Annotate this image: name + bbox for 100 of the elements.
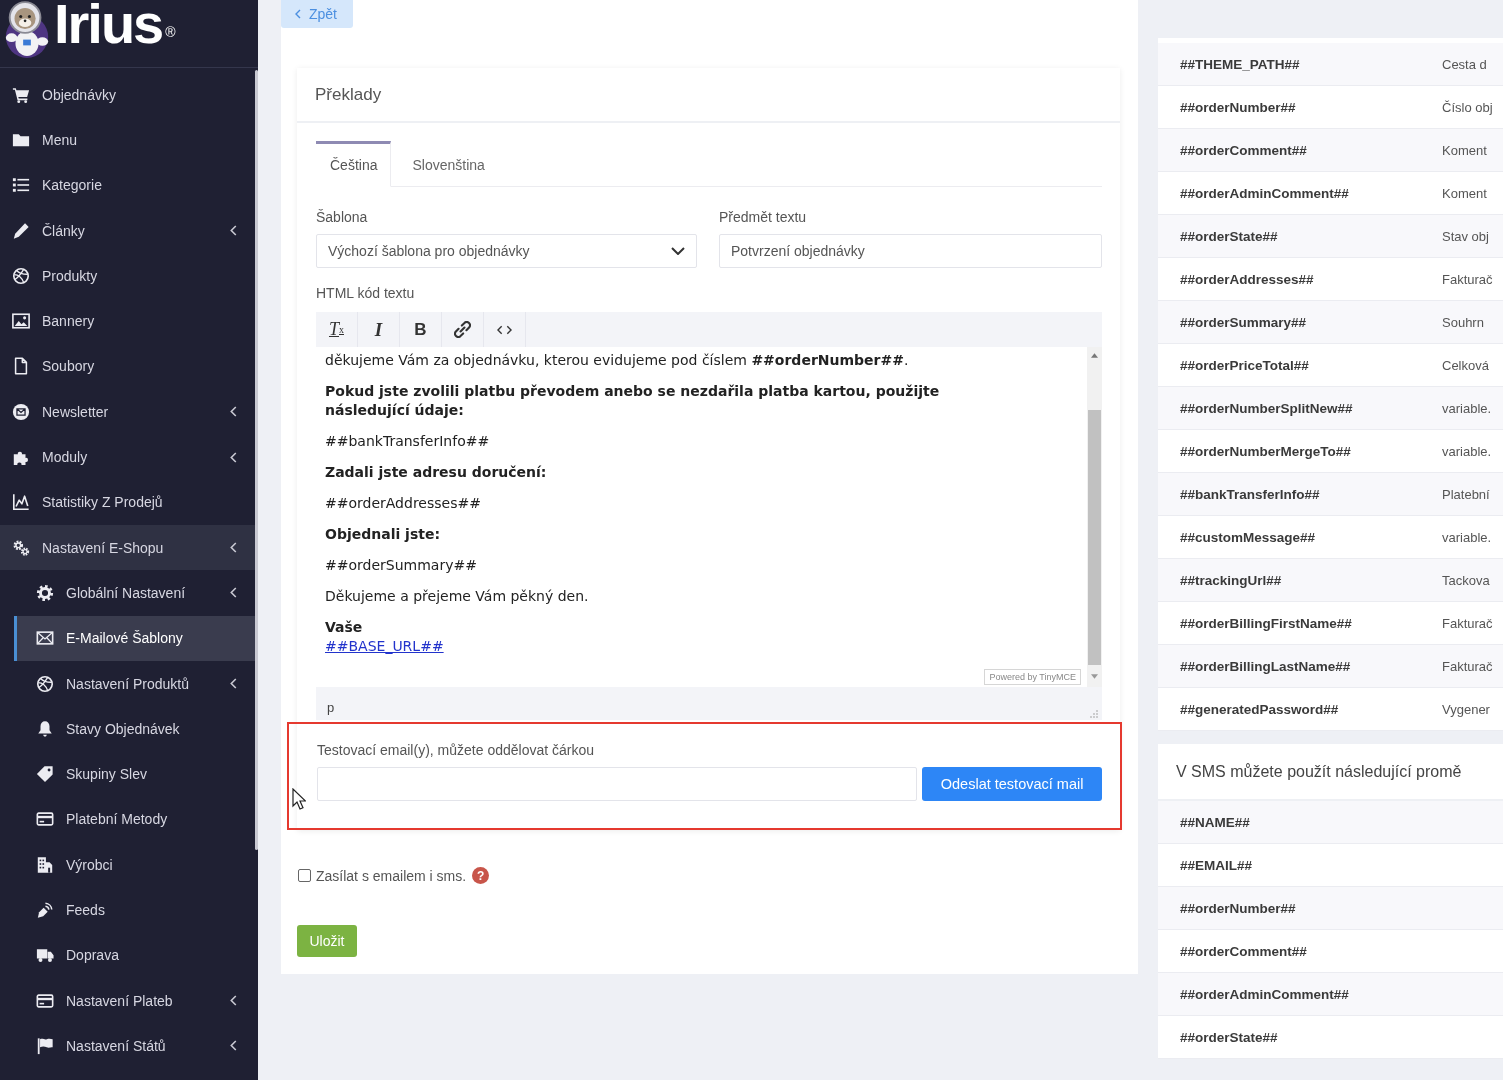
variable-name: ##orderNumberSplitNew##: [1180, 400, 1354, 416]
sidebar-item[interactable]: E-Mailové Šablony: [14, 615, 255, 661]
variable-description: Tackova: [1442, 572, 1491, 588]
variable-name: ##orderState##: [1180, 1029, 1279, 1045]
envelope-icon: [36, 629, 54, 648]
checkbox[interactable]: [298, 869, 311, 882]
pen-icon: [36, 901, 54, 919]
pencil-icon: [12, 221, 30, 240]
sidebar-item[interactable]: Globální Nastavení: [0, 570, 255, 616]
field-label: HTML kód textu: [316, 284, 416, 302]
sidebar-item[interactable]: Bannery: [0, 298, 255, 344]
cart-icon: [12, 85, 30, 104]
sidebar-item[interactable]: Statistiky Z Prodejů: [0, 479, 255, 525]
field-label: Šablona: [316, 208, 369, 226]
credit-card-icon: [36, 810, 54, 829]
variable-name: ##customMessage##: [1180, 529, 1317, 545]
template-select[interactable]: Výchozí šablona pro objednávky: [316, 234, 697, 268]
chevron-left-icon: [230, 995, 237, 1007]
tab[interactable]: Slovenština: [391, 141, 506, 187]
file-icon: [12, 357, 30, 376]
variable-name: ##orderPriceTotal##: [1180, 357, 1310, 373]
sidebar-item[interactable]: Nastavení Plateb: [0, 977, 255, 1024]
variable-name: ##orderNumber##: [1180, 99, 1297, 115]
help-icon[interactable]: ?: [472, 867, 490, 884]
variable-description: Fakturač: [1442, 271, 1494, 287]
chevron-left-icon: [230, 406, 237, 418]
send-test-button[interactable]: Odeslat testovací mail: [922, 767, 1102, 801]
scroll-up-icon[interactable]: [1091, 353, 1098, 358]
gears-icon: [12, 538, 30, 557]
sidebar-item[interactable]: Stavy Objednávek: [0, 706, 255, 752]
variable-description: Stav obj: [1442, 228, 1490, 244]
variable-name: ##orderState##: [1180, 228, 1279, 244]
variable-description: Fakturač: [1442, 658, 1494, 674]
variable-name: ##EMAIL##: [1180, 857, 1254, 873]
email-input-field[interactable]: [317, 767, 918, 801]
variable-name: ##orderComment##: [1180, 943, 1308, 959]
image-icon: [12, 312, 30, 331]
ball-icon: [36, 674, 54, 693]
sidebar-item[interactable]: Moduly: [0, 434, 255, 480]
flag-icon: [36, 1036, 54, 1055]
variable-name: ##orderNumberMergeTo##: [1180, 443, 1352, 459]
variable-description: Koment: [1442, 142, 1488, 158]
chevron-left-icon: [230, 1040, 237, 1052]
chevron-left-icon: [230, 451, 237, 463]
italic-button[interactable]: I: [358, 312, 400, 347]
sidebar-item[interactable]: Nastavení Produktů: [0, 660, 255, 707]
sidebar-item[interactable]: Newsletter: [0, 389, 255, 435]
sidebar-item[interactable]: Výrobci: [0, 842, 255, 888]
variable-name: ##THEME_PATH##: [1180, 56, 1301, 72]
variable-name: ##orderAdminComment##: [1180, 185, 1350, 201]
tag-icon: [36, 765, 54, 784]
variable-description: Fakturač: [1442, 615, 1494, 631]
chevron-left-icon: [295, 9, 301, 19]
tab[interactable]: Čeština: [316, 141, 392, 187]
chevron-left-icon: [230, 678, 237, 689]
variable-name: ##bankTransferInfo##: [1180, 486, 1321, 502]
field-label: Testovací email(y), můžete oddělovat čárkou: [317, 741, 595, 759]
scroll-down-icon[interactable]: [1091, 674, 1098, 679]
variable-name: ##orderBillingLastName##: [1180, 658, 1352, 674]
variable-name: ##NAME##: [1180, 814, 1251, 830]
variable-description: Vygener: [1442, 701, 1491, 717]
sidebar-item[interactable]: Kategorie: [0, 162, 255, 208]
resize-handle-icon[interactable]: [1090, 710, 1098, 718]
sidebar-item[interactable]: Nastavení E-Shopu: [0, 524, 255, 571]
sidebar-item[interactable]: Soubory: [0, 343, 255, 390]
link-icon: [454, 321, 471, 338]
sidebar-item[interactable]: Platební Metody: [0, 796, 255, 843]
bold-button[interactable]: B: [400, 312, 442, 347]
url-link[interactable]: ##BASE_URL##: [325, 637, 444, 656]
variable-description: Číslo obj: [1442, 99, 1494, 115]
sidebar-item[interactable]: Nastavení Států: [0, 1023, 255, 1069]
ball-icon: [12, 266, 30, 285]
sidebar-item[interactable]: Skupiny Slev: [0, 751, 255, 797]
variable-name: ##generatedPassword##: [1180, 701, 1340, 717]
variable-description: variable.: [1442, 400, 1493, 416]
envelope-icon: [12, 402, 30, 421]
scrollbar-thumb[interactable]: [1088, 410, 1101, 665]
variable-name: ##orderAdminComment##: [1180, 986, 1350, 1002]
element-path: p: [327, 700, 335, 715]
list-icon: [12, 176, 30, 195]
variable-name: ##orderComment##: [1180, 142, 1308, 158]
sidebar-item[interactable]: Feeds: [0, 887, 255, 933]
powered-by-label: Powered by TinyMCE: [984, 669, 1081, 685]
chart-icon: [12, 493, 30, 512]
sidebar-item[interactable]: Objednávky: [0, 72, 255, 118]
sidebar-item[interactable]: Menu: [0, 117, 255, 163]
variable-name: ##orderSummary##: [1180, 314, 1308, 330]
checkbox-label[interactable]: Zasílat s emailem i sms.: [316, 867, 467, 884]
variable-description: Celková: [1442, 357, 1490, 373]
chevron-left-icon: [230, 542, 237, 554]
code-icon: [497, 324, 512, 335]
variable-name: ##orderBillingFirstName##: [1180, 615, 1353, 631]
sidebar-item[interactable]: Doprava: [0, 932, 255, 978]
building-icon: [36, 855, 54, 874]
editor-paragraph: Pokud jste zvolili platbu převodem anebo se nezdařila platba kartou, použijte následující údaje:: [325, 382, 941, 420]
subject-field[interactable]: Potvrzení objednávky: [719, 234, 1102, 268]
sidebar-item[interactable]: Produkty: [0, 253, 255, 299]
sidebar-item[interactable]: Články: [0, 207, 255, 254]
chevron-left-icon: [230, 587, 237, 599]
editor-paragraph: Děkujeme a přejeme Vám pěkný den.: [325, 587, 590, 606]
